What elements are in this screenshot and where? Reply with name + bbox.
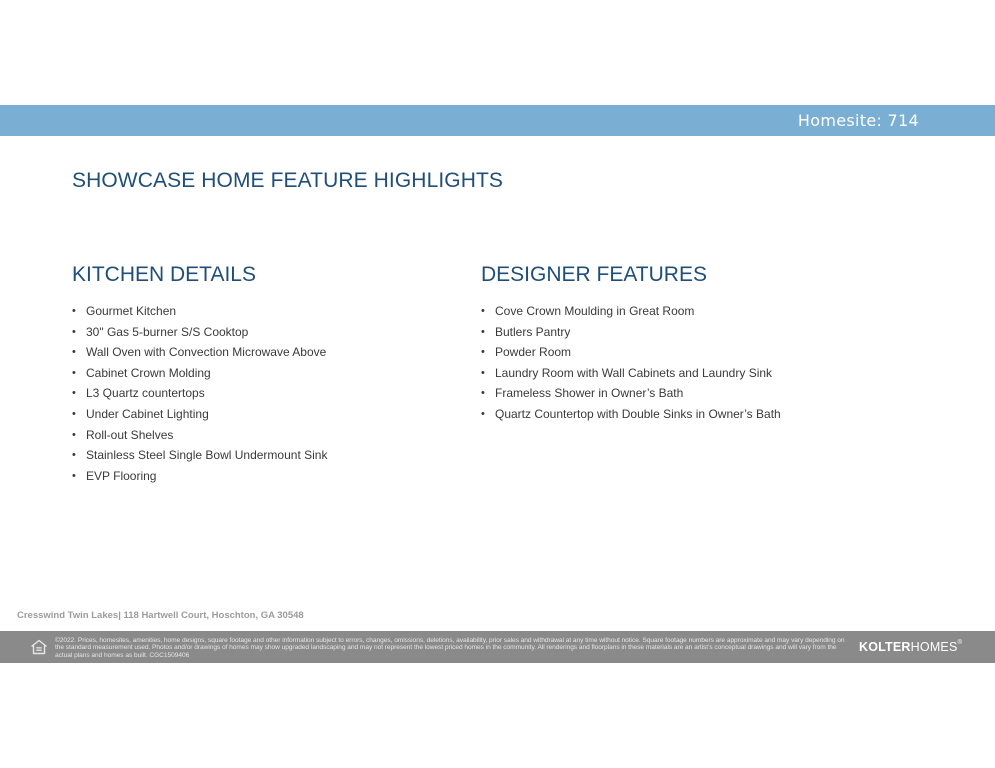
list-item: L3 Quartz countertops	[72, 386, 452, 407]
list-item: Quartz Countertop with Double Sinks in O…	[481, 407, 921, 428]
list-item: Wall Oven with Convection Microwave Abov…	[72, 345, 452, 366]
designer-features-section: DESIGNER FEATURES Cove Crown Moulding in…	[481, 263, 921, 428]
list-item: Frameless Shower in Owner’s Bath	[481, 386, 921, 407]
page-title: SHOWCASE HOME FEATURE HIGHLIGHTS	[72, 169, 504, 192]
list-item: Stainless Steel Single Bowl Undermount S…	[72, 448, 452, 469]
list-item: Laundry Room with Wall Cabinets and Laun…	[481, 366, 921, 387]
list-item: Under Cabinet Lighting	[72, 407, 452, 428]
list-item: Butlers Pantry	[481, 325, 921, 346]
logo-text-bold: KOLTER	[859, 640, 911, 654]
list-item: EVP Flooring	[72, 469, 452, 490]
logo-registered-mark: ®	[957, 640, 963, 646]
kitchen-details-heading: KITCHEN DETAILS	[72, 263, 256, 286]
logo-text-regular: HOMES	[910, 640, 958, 654]
kitchen-details-section: KITCHEN DETAILS Gourmet Kitchen 30" Gas …	[72, 263, 452, 489]
list-item: Cabinet Crown Molding	[72, 366, 452, 387]
list-item: Roll-out Shelves	[72, 428, 452, 449]
homesite-banner: Homesite: 714	[0, 105, 995, 136]
property-address: Cresswind Twin Lakes| 118 Hartwell Court…	[17, 610, 304, 621]
homesite-label: Homesite: 714	[797, 111, 919, 130]
list-item: 30" Gas 5-burner S/S Cooktop	[72, 325, 452, 346]
designer-features-list: Cove Crown Moulding in Great Room Butler…	[481, 304, 921, 428]
kitchen-details-list: Gourmet Kitchen 30" Gas 5-burner S/S Coo…	[72, 304, 452, 489]
equal-housing-icon	[31, 639, 47, 655]
list-item: Powder Room	[481, 345, 921, 366]
designer-features-heading: DESIGNER FEATURES	[481, 263, 707, 286]
footer-bar: ©2022. Prices, homesites, amenities, hom…	[0, 631, 995, 663]
list-item: Cove Crown Moulding in Great Room	[481, 304, 921, 325]
kolter-homes-logo: KOLTERHOMES®	[859, 640, 962, 654]
legal-disclaimer: ©2022. Prices, homesites, amenities, hom…	[55, 637, 845, 659]
list-item: Gourmet Kitchen	[72, 304, 452, 325]
